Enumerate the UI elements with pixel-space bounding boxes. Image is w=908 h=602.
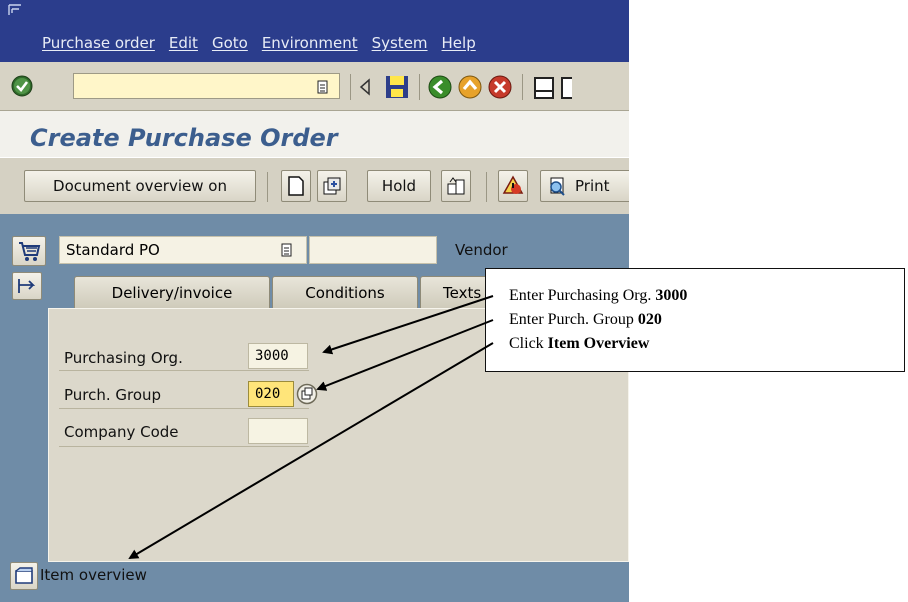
document-number-field[interactable] <box>309 236 437 264</box>
menu-goto[interactable]: Goto <box>212 34 248 52</box>
search-help-icon[interactable] <box>296 383 318 405</box>
print-icon[interactable] <box>532 76 556 100</box>
purchasing-org-input[interactable]: 3000 <box>248 343 308 369</box>
command-field[interactable] <box>73 73 340 99</box>
callout-line-1-value: 3000 <box>655 287 688 304</box>
print-preview-icon <box>550 177 565 196</box>
item-overview-button[interactable] <box>10 562 38 590</box>
document-overview-button[interactable]: Document overview on <box>24 170 256 202</box>
purch-group-input[interactable]: 020 <box>248 381 294 407</box>
company-code-input[interactable] <box>248 418 308 444</box>
callout-line-2-text: Enter Purch. Group <box>509 311 638 328</box>
toolbar-separator <box>350 74 351 100</box>
save-icon[interactable] <box>384 74 410 100</box>
vendor-label: Vendor <box>455 241 508 259</box>
document-type-value: Standard PO <box>66 241 160 259</box>
menu-items: Purchase order Edit Goto Environment Sys… <box>42 34 490 52</box>
menu-system[interactable]: System <box>372 34 428 52</box>
other-document-icon <box>323 177 341 195</box>
shopping-cart-icon <box>19 242 41 261</box>
messages-icon <box>502 175 524 194</box>
callout-line-1-text: Enter Purchasing Org. <box>509 287 656 304</box>
document-type-field[interactable]: Standard PO <box>59 236 307 264</box>
print-preview-label: Print <box>575 177 610 195</box>
system-menu-icon[interactable] <box>8 4 22 16</box>
menu-purchase-order[interactable]: Purchase order <box>42 34 155 52</box>
menu-bar: Purchase order Edit Goto Environment Sys… <box>0 0 629 62</box>
back-arrow-icon[interactable] <box>358 78 372 96</box>
dropdown-icon[interactable] <box>280 243 294 257</box>
new-document-button[interactable] <box>281 170 311 202</box>
menu-environment[interactable]: Environment <box>262 34 358 52</box>
back-icon[interactable] <box>427 74 453 100</box>
instruction-callout: Enter Purchasing Org. 3000 Enter Purch. … <box>485 268 905 372</box>
hold-button[interactable]: Hold <box>367 170 431 202</box>
callout-line-3-value: Item Overview <box>547 335 650 352</box>
new-document-icon <box>288 176 304 196</box>
messages-button[interactable] <box>498 170 528 202</box>
expand-header-button[interactable] <box>12 272 42 300</box>
item-overview-label[interactable]: Item overview <box>40 566 147 584</box>
menu-help[interactable]: Help <box>442 34 476 52</box>
tab-conditions[interactable]: Conditions <box>272 276 418 308</box>
field-divider <box>59 446 309 447</box>
purchasing-org-label: Purchasing Org. <box>64 349 183 367</box>
field-divider <box>59 370 309 371</box>
purch-group-label: Purch. Group <box>64 386 162 404</box>
item-overview-icon <box>15 567 33 584</box>
page-title: Create Purchase Order <box>30 124 338 152</box>
print-preview-button[interactable]: Print <box>540 170 629 202</box>
callout-line-3-text: Click <box>509 335 548 352</box>
exit-icon[interactable] <box>457 74 483 100</box>
command-input[interactable] <box>74 74 322 97</box>
toolbar-separator <box>486 172 487 202</box>
toolbar-separator <box>267 172 268 202</box>
header-cart-button[interactable] <box>12 236 46 266</box>
toolbar-separator <box>419 74 420 100</box>
callout-line-1: Enter Purchasing Org. 3000 <box>509 287 687 305</box>
field-divider <box>59 408 309 409</box>
tab-delivery-invoice[interactable]: Delivery/invoice <box>74 276 270 308</box>
callout-line-2-value: 020 <box>637 311 662 328</box>
callout-line-3: Click Item Overview <box>509 335 649 353</box>
cancel-icon[interactable] <box>487 74 513 100</box>
menu-edit[interactable]: Edit <box>169 34 198 52</box>
company-code-label: Company Code <box>64 423 179 441</box>
expand-header-icon <box>18 279 36 293</box>
callout-line-2: Enter Purch. Group 020 <box>509 311 662 329</box>
check-button[interactable] <box>441 170 471 202</box>
toolbar-separator <box>522 74 523 100</box>
find-icon[interactable] <box>560 76 572 100</box>
check-icon <box>447 177 465 195</box>
other-document-button[interactable] <box>317 170 347 202</box>
history-dropdown-icon[interactable] <box>316 80 330 94</box>
enter-icon[interactable] <box>10 74 34 98</box>
